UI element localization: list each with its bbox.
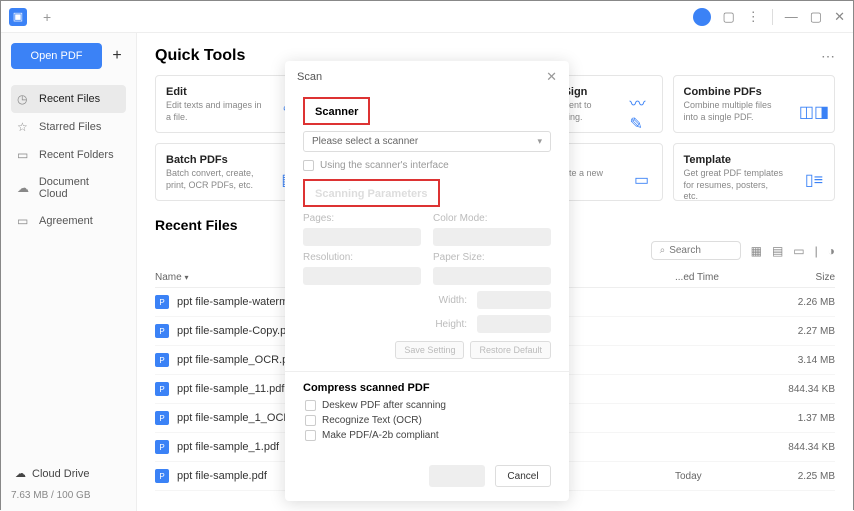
checkbox-icon xyxy=(305,415,316,426)
scan-params-label: Scanning Parameters xyxy=(303,179,440,207)
checkbox-icon xyxy=(303,160,314,171)
scanner-section-label: Scanner xyxy=(303,97,370,125)
colormode-field[interactable] xyxy=(433,228,551,246)
save-setting-button[interactable]: Save Setting xyxy=(395,341,464,359)
close-dialog-button[interactable]: ✕ xyxy=(546,69,557,85)
dialog-title: Scan xyxy=(297,71,322,83)
height-field[interactable] xyxy=(477,315,551,333)
modal-overlay: Scan ✕ Scanner Please select a scanner U… xyxy=(1,1,853,509)
scanner-select[interactable]: Please select a scanner xyxy=(303,131,551,152)
deskew-option[interactable]: Deskew PDF after scanning xyxy=(303,400,551,411)
scan-button[interactable] xyxy=(429,465,485,487)
resolution-field[interactable] xyxy=(303,267,421,285)
width-field[interactable] xyxy=(477,291,551,309)
papersize-label: Paper Size: xyxy=(433,252,551,263)
pdfa-option[interactable]: Make PDF/A-2b compliant xyxy=(303,430,551,441)
papersize-field[interactable] xyxy=(433,267,551,285)
checkbox-icon xyxy=(305,430,316,441)
pages-field[interactable] xyxy=(303,228,421,246)
restore-default-button[interactable]: Restore Default xyxy=(470,341,551,359)
cancel-button[interactable]: Cancel xyxy=(495,465,551,487)
colormode-label: Color Mode: xyxy=(433,213,551,224)
width-label: Width: xyxy=(439,295,467,306)
scan-dialog: Scan ✕ Scanner Please select a scanner U… xyxy=(285,61,569,501)
use-interface-check[interactable]: Using the scanner's interface xyxy=(303,160,551,171)
resolution-label: Resolution: xyxy=(303,252,421,263)
compress-label: Compress scanned PDF xyxy=(303,382,551,394)
checkbox-icon xyxy=(305,400,316,411)
pages-label: Pages: xyxy=(303,213,421,224)
ocr-option[interactable]: Recognize Text (OCR) xyxy=(303,415,551,426)
height-label: Height: xyxy=(435,319,467,330)
